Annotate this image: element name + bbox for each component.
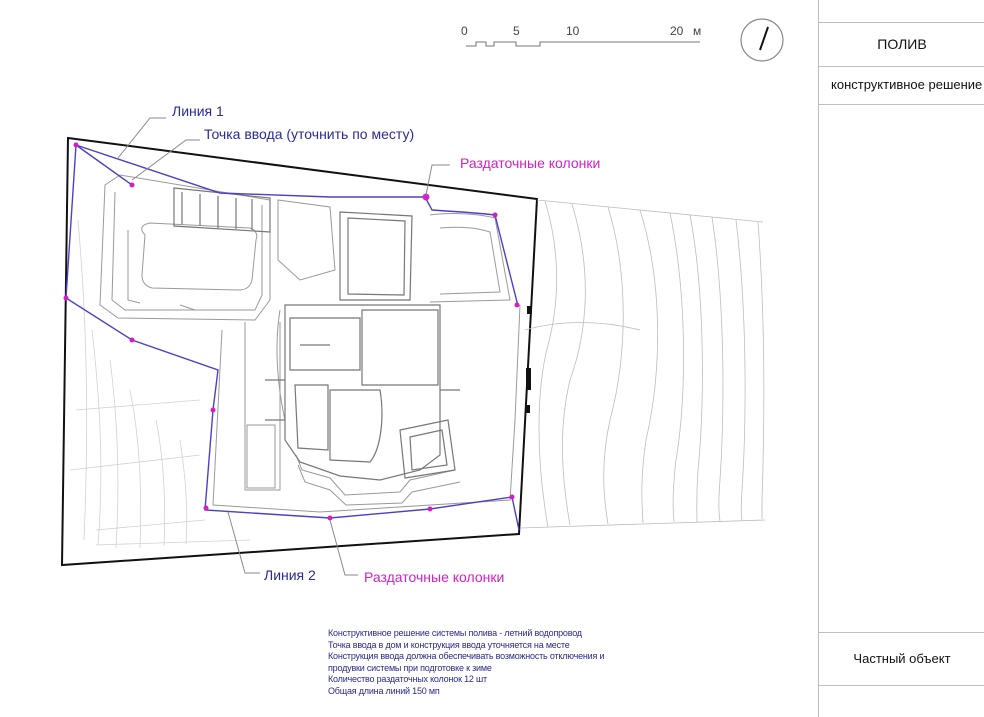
title-block-blank	[819, 104, 984, 632]
scale-label-0: 0	[461, 24, 468, 38]
distribution-column	[423, 194, 429, 200]
distribution-column	[509, 494, 515, 500]
north-arrow-icon	[740, 18, 784, 62]
distribution-column	[492, 212, 498, 218]
distribution-column	[327, 515, 333, 521]
design-notes: Конструктивное решение системы полива - …	[328, 628, 605, 698]
object-name: Частный объект	[819, 632, 984, 686]
plot-boundary	[60, 136, 539, 567]
scale-bar: 0 5 10 20 м	[461, 24, 701, 47]
site-paths	[99, 174, 521, 513]
driveway-area	[519, 199, 766, 529]
distribution-columns	[63, 142, 520, 521]
note-line: Конструктивное решение системы полива - …	[328, 628, 582, 638]
irrigation-line-1	[75, 144, 519, 307]
label-line-2: Линия 2	[264, 567, 316, 583]
note-line: Точка ввода в дом и конструкция ввода ут…	[328, 639, 570, 650]
title-block-top-cell	[819, 0, 984, 23]
distribution-column	[129, 337, 135, 343]
label-columns-bottom: Раздаточные колонки	[364, 569, 504, 585]
sheet-title: ПОЛИВ	[819, 22, 984, 67]
note-line: продувки системы при подготовке к зиме	[328, 662, 492, 673]
title-block: ПОЛИВ конструктивное решение Частный объ…	[818, 0, 984, 717]
scale-label-10: 10	[566, 24, 580, 38]
distribution-column	[129, 182, 135, 188]
scale-label-20: 20	[670, 24, 684, 38]
distribution-column	[514, 302, 520, 308]
note-line: Конструкция ввода должна обеспечивать во…	[328, 651, 605, 662]
note-line: Общая длина линий 150 мп	[328, 685, 440, 696]
title-block-bottom-cell	[819, 684, 984, 717]
distribution-column	[73, 142, 79, 148]
distribution-column	[427, 506, 433, 512]
scale-label-5: 5	[513, 24, 520, 38]
label-line-1: Линия 1	[172, 103, 224, 119]
irrigation-line-2	[65, 144, 520, 531]
sheet-subtitle: конструктивное решение	[819, 66, 984, 105]
label-columns-top: Раздаточные колонки	[460, 155, 600, 171]
distribution-column	[203, 505, 209, 511]
note-line: Количество раздаточных колонок 12 шт	[328, 674, 487, 685]
site-plan: 0 5 10 20 м Линия 1 Точка ввода (уточнит…	[60, 18, 784, 585]
distribution-column	[63, 295, 69, 301]
label-entry-point: Точка ввода (уточнить по месту)	[204, 126, 414, 142]
lawn-area	[69, 219, 251, 549]
scale-unit: м	[693, 24, 701, 38]
distribution-column	[210, 407, 216, 413]
